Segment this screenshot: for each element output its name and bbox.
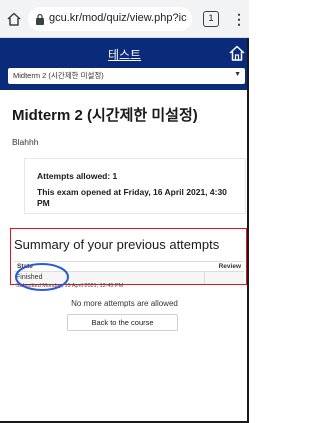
summary-title: Summary of your previous attempts	[14, 237, 220, 252]
back-to-course-button[interactable]: Back to the course	[67, 314, 178, 331]
frame-edge	[247, 38, 249, 423]
lock-icon	[36, 13, 44, 25]
quiz-intro: Blahhh	[12, 137, 39, 147]
url-text: gcu.kr/mod/quiz/view.php?ic	[49, 12, 187, 24]
page-title: Midterm 2 (시간제한 미설정)	[12, 107, 198, 124]
quiz-info-box: Attempts allowed: 1 This exam opened at …	[24, 158, 246, 214]
tab-switcher-button[interactable]: 1	[203, 11, 219, 27]
home-icon[interactable]	[6, 11, 22, 27]
table-divider	[204, 272, 205, 284]
no-more-attempts-message: No more attempts are allowed	[71, 299, 178, 308]
more-menu-icon[interactable]: ⋮	[232, 11, 246, 27]
caret-down-icon: ▼	[234, 71, 241, 78]
site-title[interactable]: 테스트	[0, 46, 249, 63]
address-bar[interactable]: gcu.kr/mod/quiz/view.php?ic	[28, 7, 192, 31]
quiz-opened-date: This exam opened at Friday, 16 April 202…	[37, 187, 227, 208]
home-icon[interactable]	[228, 44, 246, 62]
course-select[interactable]: Midterm 2 (시간제한 미설정) ▼	[8, 68, 245, 84]
attempts-allowed: Attempts allowed: 1	[37, 171, 118, 181]
browser-toolbar: gcu.kr/mod/quiz/view.php?ic 1 ⋮	[0, 0, 249, 38]
screen: gcu.kr/mod/quiz/view.php?ic 1 ⋮ 테스트 Midt…	[0, 0, 249, 423]
annotation-circle	[15, 263, 69, 291]
site-header: 테스트 Midterm 2 (시간제한 미설정) ▼	[0, 38, 249, 90]
course-select-value: Midterm 2 (시간제한 미설정)	[13, 71, 104, 80]
column-header-review: Review	[218, 263, 241, 270]
